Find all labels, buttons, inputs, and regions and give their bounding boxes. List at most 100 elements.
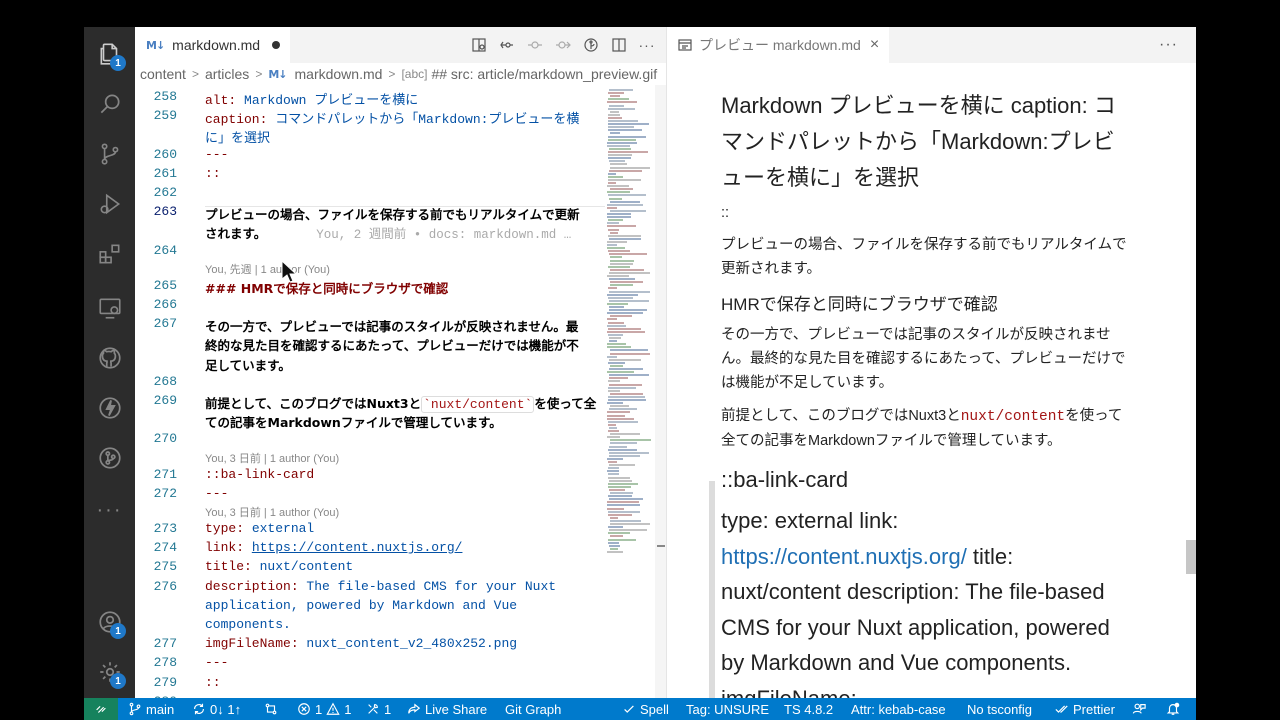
line-number: 258 (153, 89, 177, 104)
feedback-button[interactable] (1132, 698, 1146, 720)
code-line[interactable]: caption: コマンドパレットから「Markdown:プレビューを横 (205, 108, 579, 127)
remote-explorer-button[interactable] (84, 283, 135, 333)
code-line[interactable]: その一方で、プレビューでは記事のスタイルが反映されません。最 (205, 316, 578, 335)
line-number: 271 (153, 466, 177, 482)
split-editor-button[interactable] (610, 36, 628, 54)
minimap-line (610, 392, 643, 395)
prettier-indicator[interactable]: Prettier (1055, 698, 1115, 720)
git-graph-button[interactable] (84, 433, 135, 483)
spell-check-indicator[interactable]: Spell (622, 698, 669, 720)
source-control-button[interactable] (84, 129, 135, 179)
unsaved-dot-icon[interactable] (272, 41, 281, 49)
code-line[interactable]: プレビューの場合、ファイルを保存する前でもリアルタイムで更新 (205, 204, 580, 223)
attr-case-indicator[interactable]: Attr: kebab-case (851, 698, 946, 720)
minimap-line (610, 284, 633, 287)
thunder-client-button[interactable] (84, 383, 135, 433)
content-link[interactable]: https://content.nuxtjs.org/ (721, 544, 967, 569)
typescript-version[interactable]: TS 4.8.2 (784, 698, 833, 720)
code-line[interactable]: 終的な見た目を確認するにあたって、プレビューだけでは機能が不 (205, 335, 579, 354)
remote-indicator[interactable] (84, 698, 118, 720)
sync-indicator[interactable]: 0↓ 1↑ (192, 698, 241, 720)
more-actions-button[interactable]: ··· (1159, 27, 1178, 63)
tsconfig-indicator[interactable]: No tsconfig (967, 698, 1032, 720)
git-lens-button[interactable] (582, 36, 600, 54)
code-line[interactable]: title: nuxt/content (205, 559, 353, 574)
code-line[interactable]: されます。 You, 2 週間前 • docs: markdown.md … (205, 223, 571, 242)
more-actions-button[interactable]: ··· (638, 36, 656, 54)
extensions-button[interactable] (84, 229, 135, 279)
minimap-line (609, 358, 641, 361)
accounts-button[interactable]: 1 (84, 597, 135, 647)
minimap-line (609, 529, 647, 532)
minimap-line (607, 402, 623, 405)
search-button[interactable] (84, 79, 135, 129)
code-line[interactable]: に」を選択 (205, 127, 270, 146)
breadcrumb-item[interactable]: ## src: article/markdown_preview.gif (431, 66, 657, 82)
code-lens-blame[interactable]: You, 先週 | 1 author (You) (205, 261, 330, 277)
code-line[interactable]: ての記事をMarkdownファイルで管理しています。 (205, 412, 502, 431)
code-line[interactable]: application, powered by Markdown and Vue (205, 598, 517, 613)
breadcrumb-item[interactable]: markdown.md (295, 66, 383, 82)
breadcrumb-item[interactable]: content (140, 66, 186, 82)
markdown-preview[interactable]: Markdown プレビューを横に caption: コマンドパレットから「Ma… (667, 63, 1196, 698)
code-line[interactable]: link: https://content.nuxtjs.org/ (205, 540, 462, 555)
preview-scrollbar[interactable] (1186, 540, 1196, 574)
minimap-line (610, 442, 637, 445)
code-line[interactable]: imgFileName: nuxt_content_v2_480x252.png (205, 636, 517, 651)
open-changes-button[interactable] (498, 36, 516, 54)
run-debug-button[interactable] (84, 179, 135, 229)
problems-indicator[interactable]: 1 1 (297, 698, 351, 720)
bell-icon (1166, 702, 1180, 715)
code-line[interactable]: :: (205, 166, 221, 181)
code-line[interactable]: ::ba-link-card (205, 467, 314, 482)
breadcrumb-item[interactable]: articles (205, 66, 249, 82)
manage-button[interactable]: 1 (84, 647, 135, 697)
close-icon[interactable]: × (870, 36, 879, 54)
code-lens-blame[interactable]: You, 3 日前 | 1 author (You) (205, 450, 339, 466)
previous-change-button[interactable] (526, 36, 544, 54)
code-line[interactable]: description: The file-based CMS for your… (205, 579, 556, 594)
editor-scrollbar[interactable] (655, 85, 666, 698)
git-lens-status[interactable] (264, 698, 278, 720)
code-token: application, powered by Markdown and Vue (205, 597, 518, 613)
code-token: ::ba-link-card (205, 466, 315, 482)
code-line[interactable]: alt: Markdown プレビューを横に (205, 89, 418, 108)
tag-indicator[interactable]: Tag: UNSURE (686, 698, 769, 720)
minimap-line (610, 259, 634, 262)
tab-preview-markdown[interactable]: プレビュー markdown.md × (667, 27, 889, 63)
minimap[interactable] (605, 85, 655, 698)
code-token: --- (205, 485, 229, 501)
minimap-line (608, 138, 636, 141)
code-line[interactable]: type: external (205, 521, 314, 536)
line-number: 264 (153, 242, 177, 258)
explorer-button[interactable]: 1 (84, 29, 135, 79)
code-token: nuxt_content_v2_480x252.png (306, 636, 518, 652)
live-share-button[interactable]: Live Share (407, 698, 487, 720)
github-button[interactable] (84, 333, 135, 383)
tab-markdown-md[interactable]: M↓ markdown.md (135, 27, 290, 63)
code-link[interactable]: https://content.nuxtjs.org/ (252, 540, 463, 555)
branch-indicator[interactable]: main (128, 698, 174, 720)
minimap-line (610, 349, 648, 352)
code-lens-blame[interactable]: You, 3 日前 | 1 author (You) (205, 504, 339, 520)
notifications-button[interactable] (1166, 698, 1180, 720)
ellipsis-icon: ··· (96, 498, 123, 521)
more-views-button[interactable]: ··· (84, 485, 135, 535)
code-line[interactable]: :: (205, 675, 221, 690)
ports-indicator[interactable]: 1 (366, 698, 391, 720)
open-preview-side-button[interactable] (470, 36, 488, 54)
minimap-line (607, 206, 617, 209)
code-line[interactable]: components. (205, 617, 291, 632)
ports-count: 1 (384, 701, 392, 717)
code-editor[interactable]: 258 alt: Markdown プレビューを横に 259 caption: コマン… (135, 85, 666, 698)
minimap-line (608, 473, 619, 476)
paragraph-text: 前提として、このブログではNuxt3と (721, 408, 961, 424)
code-line[interactable]: ### HMRで保存と同時にブラウザで確認 (205, 278, 448, 297)
code-line[interactable]: 前提として、このブログではNuxt3と `nuxt/content` を使って全 (205, 393, 596, 413)
code-line[interactable]: --- (205, 147, 228, 162)
code-line[interactable]: --- (205, 486, 228, 501)
next-change-button[interactable] (554, 36, 572, 54)
git-graph-status-button[interactable]: Git Graph (505, 698, 561, 720)
code-line[interactable]: 足しています。 (205, 355, 291, 374)
code-line[interactable]: --- (205, 655, 228, 670)
